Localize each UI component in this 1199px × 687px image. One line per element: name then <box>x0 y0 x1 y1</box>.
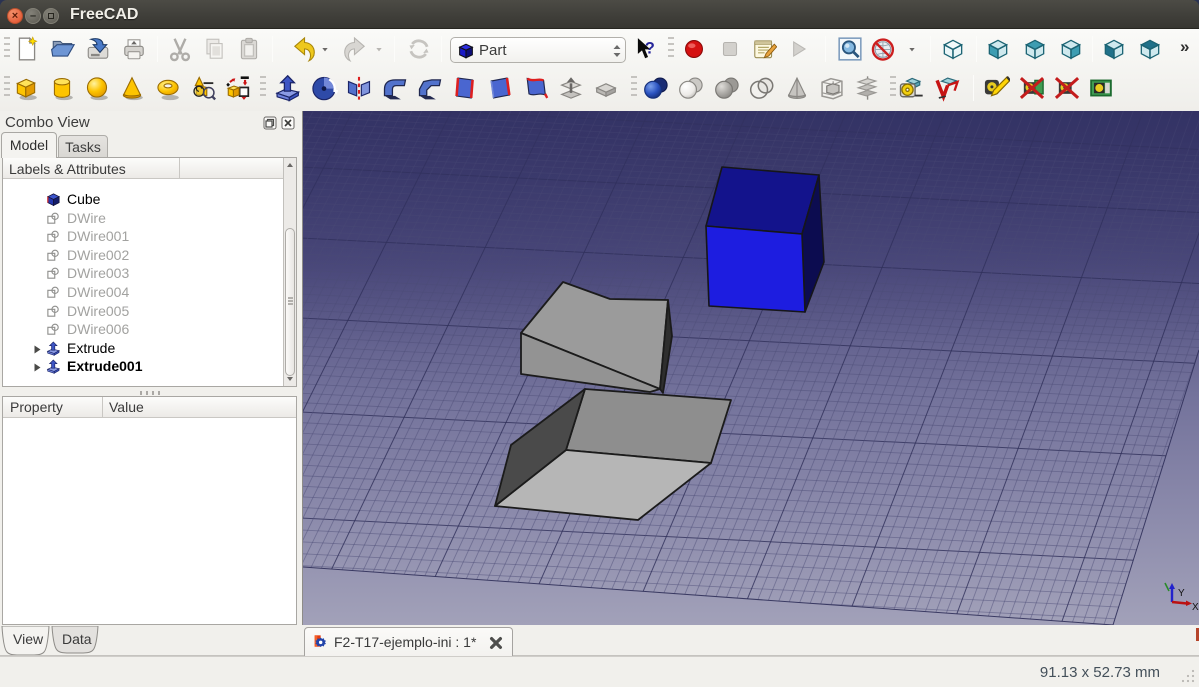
svg-text:?: ? <box>645 39 655 57</box>
svg-text:X: X <box>1192 602 1199 613</box>
svg-text:Y: Y <box>1178 588 1185 599</box>
svg-text:View: View <box>13 631 44 647</box>
svg-text:Data: Data <box>62 631 92 647</box>
